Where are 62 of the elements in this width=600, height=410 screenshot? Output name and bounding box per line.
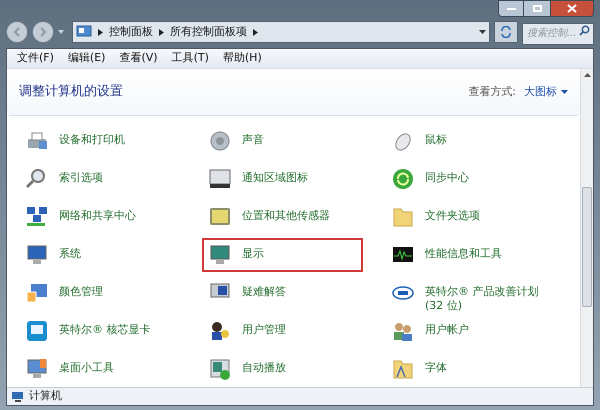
control-panel-item[interactable]: 声音	[202, 124, 363, 158]
control-panel-item[interactable]: 英特尔® 核芯显卡	[19, 314, 180, 348]
control-panel-item[interactable]: 桌面小工具	[19, 352, 180, 386]
minimize-button[interactable]	[498, 0, 524, 17]
computer-icon	[25, 243, 49, 267]
breadcrumb-link[interactable]: 控制面板	[109, 24, 153, 40]
dropdown-arrow-icon[interactable]	[479, 30, 486, 34]
search-icon	[579, 25, 590, 36]
close-button[interactable]	[550, 0, 594, 17]
page-title: 调整计算机的设置	[19, 83, 123, 102]
control-panel-item[interactable]: 用户帐户	[385, 314, 546, 348]
control-panel-item[interactable]: 字体	[385, 352, 546, 386]
control-panel-item[interactable]: 颜色管理	[19, 276, 180, 310]
control-panel-item[interactable]: 自动播放	[202, 352, 363, 386]
control-panel-item[interactable]: 设备和打印机	[19, 124, 180, 158]
menu-item[interactable]: 文件(F)	[11, 50, 60, 67]
search-field[interactable]: 搜索控制...	[522, 22, 594, 45]
menu-item[interactable]: 帮助(H)	[216, 50, 268, 67]
close-icon	[567, 4, 577, 13]
control-panel-item[interactable]: 显示	[202, 238, 363, 272]
breadcrumb-link[interactable]: 所有控制面板项	[170, 24, 247, 40]
maximize-icon	[532, 5, 542, 12]
chevron-icon	[159, 28, 164, 36]
computer-icon	[11, 390, 25, 402]
autoplay-icon	[208, 357, 232, 381]
menu-item[interactable]: 编辑(E)	[62, 50, 112, 67]
refresh-button[interactable]	[494, 21, 518, 43]
menu-item[interactable]: 查看(V)	[113, 50, 164, 67]
minimize-icon	[506, 8, 516, 10]
control-panel-item[interactable]: 系统	[19, 238, 180, 272]
control-panel-item[interactable]: 鼠标	[385, 124, 546, 158]
control-panel-item[interactable]: 疑难解答	[202, 276, 363, 310]
menu-item[interactable]: 工具(T)	[166, 50, 215, 67]
control-panel-item[interactable]: 性能信息和工具	[385, 238, 546, 272]
monitor-icon	[208, 243, 232, 267]
refresh-icon	[500, 26, 512, 38]
forward-button[interactable]	[32, 21, 54, 43]
sync-icon	[391, 167, 415, 191]
chevron-icon	[253, 28, 258, 36]
address-bar[interactable]: 控制面板 所有控制面板项	[72, 21, 490, 43]
caret-icon	[561, 90, 568, 94]
network-icon	[25, 205, 49, 229]
view-dropdown[interactable]: 大图标	[524, 84, 568, 100]
control-panel-item[interactable]: 网络和共享中心	[19, 200, 180, 234]
control-panel-item[interactable]: 索引选项	[19, 162, 180, 196]
scroll-up-arrow-icon[interactable]	[584, 73, 590, 77]
scrollbar-thumb[interactable]	[582, 187, 592, 307]
chevron-icon	[98, 28, 103, 36]
control-panel-item[interactable]: 用户管理	[202, 314, 363, 348]
control-panel-item[interactable]: 同步中心	[385, 162, 546, 196]
control-panel-icon	[76, 25, 92, 39]
taskbar-icon	[208, 167, 232, 191]
control-panel-item[interactable]: 英特尔® 产品改善计划 (32 位)	[385, 276, 546, 310]
control-panel-item[interactable]: 通知区域图标	[202, 162, 363, 196]
back-button[interactable]	[6, 21, 28, 43]
status-text: 计算机	[29, 388, 62, 404]
desktop-gadget-icon	[25, 357, 49, 381]
maximize-button[interactable]	[524, 0, 550, 17]
control-panel-item[interactable]: 文件夹选项	[385, 200, 546, 234]
control-panel-item[interactable]: 位置和其他传感器	[202, 200, 363, 234]
graphics-card-icon	[25, 319, 49, 343]
view-label: 查看方式:	[468, 84, 516, 100]
